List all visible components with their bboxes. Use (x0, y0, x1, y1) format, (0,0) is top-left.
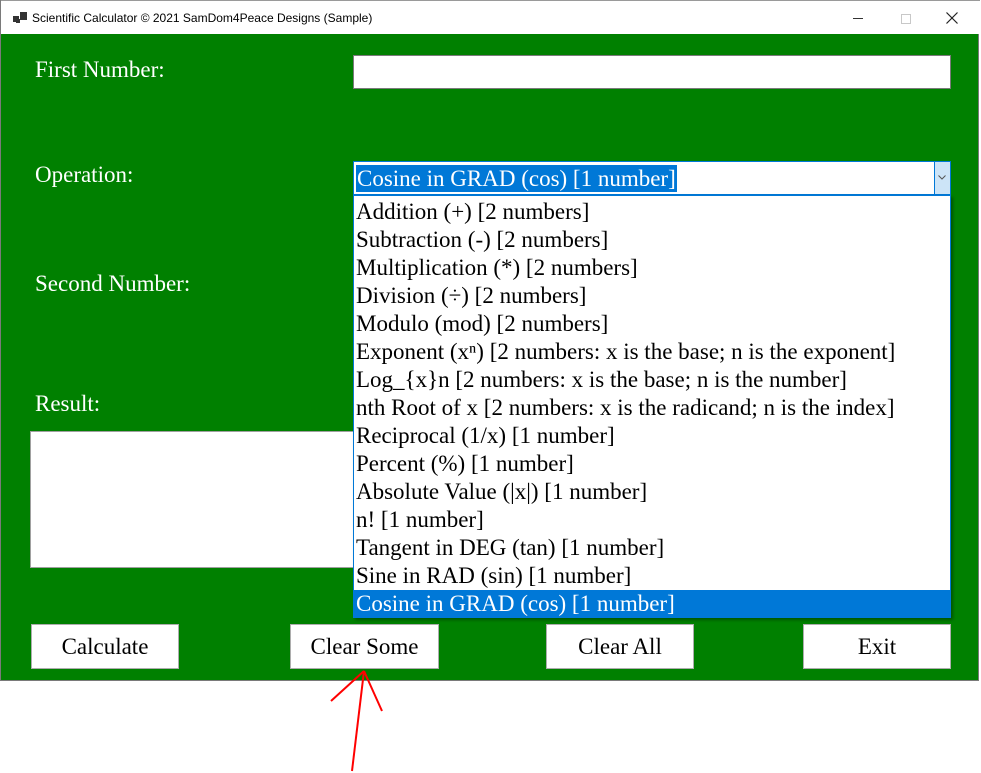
arrow-shaft (351, 670, 365, 772)
annotation-arrow (330, 670, 383, 772)
arrow-head-right (363, 670, 383, 712)
arrow-head-left (330, 670, 365, 702)
